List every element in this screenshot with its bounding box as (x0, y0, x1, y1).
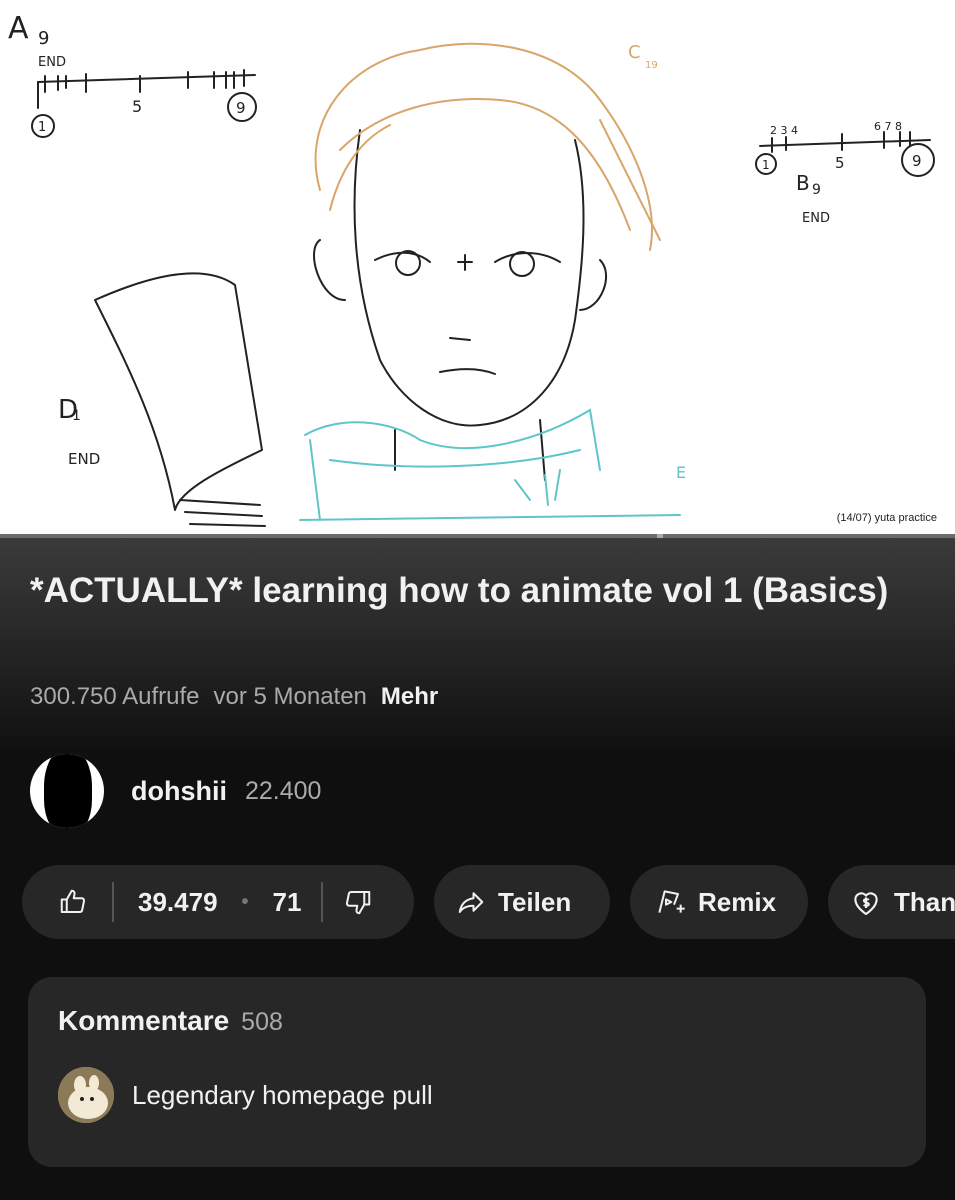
like-icon[interactable] (58, 887, 88, 917)
sketch-drawing: C 19 E A 9 END 5 9 1 2 3 4 6 7 8 5 9 1 B… (8, 11, 935, 527)
channel-avatar[interactable] (30, 754, 104, 828)
upload-age: vor 5 Monaten (213, 683, 367, 710)
channel-row[interactable]: dohshii 22.400 (30, 754, 321, 828)
sketch-end-d: END (68, 450, 100, 468)
sketch-label-d-num: 1 (72, 408, 81, 424)
sketch-one-b: 1 (762, 158, 770, 172)
sketch-end-a: END (38, 55, 66, 70)
sketch-five-a: 5 (132, 97, 142, 116)
sketch-label-b-num: 9 (812, 182, 821, 198)
count-separator-dot: • (241, 890, 249, 913)
dislike-icon[interactable] (343, 887, 373, 917)
comments-heading: Kommentare (58, 1005, 230, 1036)
thanks-button[interactable]: Than (828, 865, 955, 939)
video-player[interactable]: C 19 E A 9 END 5 9 1 2 3 4 6 7 8 5 9 1 B… (0, 0, 955, 538)
subscriber-count: 22.400 (245, 776, 322, 805)
action-bar: 39.479 • 71 Teilen Remix Than (22, 865, 955, 939)
comments-panel[interactable]: Kommentare 508 Legendary homepage pull (28, 977, 926, 1167)
remix-button[interactable]: Remix (630, 865, 808, 939)
like-dislike-pill: 39.479 • 71 (22, 865, 414, 939)
video-title: *ACTUALLY* learning how to animate vol 1… (30, 571, 889, 610)
comments-header: Kommentare 508 (58, 1005, 896, 1037)
video-caption: (14/07) yuta practice (836, 512, 937, 524)
sketch-five-b: 5 (835, 154, 845, 172)
share-icon (456, 887, 486, 917)
dislike-divider (321, 882, 324, 922)
sketch-label-a: A (8, 11, 29, 46)
share-label: Teilen (498, 886, 572, 917)
remix-label: Remix (698, 886, 777, 917)
remix-icon (654, 886, 686, 918)
sketch-end-b: END (802, 211, 830, 226)
sketch-label-b: B (796, 171, 810, 195)
top-comment[interactable]: Legendary homepage pull (58, 1067, 896, 1123)
like-count[interactable]: 39.479 (138, 887, 218, 918)
video-meta[interactable]: 300.750 Aufrufe vor 5 Monaten Mehr (30, 683, 438, 711)
thanks-label: Than (894, 886, 955, 917)
comments-count: 508 (241, 1008, 283, 1036)
thanks-icon (850, 886, 882, 918)
top-comment-text: Legendary homepage pull (132, 1079, 433, 1110)
sketch-label-e: E (676, 463, 686, 482)
sketch-ticks-right: 6 7 8 (874, 120, 902, 133)
more-link[interactable]: Mehr (381, 683, 438, 711)
sketch-ticks-left: 2 3 4 (770, 124, 798, 137)
sketch-label-c: C (628, 42, 641, 63)
sketch-nine-b: 9 (912, 152, 922, 170)
dislike-count[interactable]: 71 (273, 887, 302, 918)
commenter-avatar (58, 1067, 114, 1123)
sketch-label-a-num: 9 (38, 28, 49, 49)
like-divider (112, 882, 114, 922)
channel-name[interactable]: dohshii (131, 776, 227, 807)
share-button[interactable]: Teilen (434, 865, 610, 939)
sketch-nine-a: 9 (236, 99, 246, 117)
sketch-label-c-num: 19 (645, 60, 658, 71)
view-count: 300.750 Aufrufe (30, 683, 200, 710)
sketch-one-a: 1 (38, 120, 46, 135)
